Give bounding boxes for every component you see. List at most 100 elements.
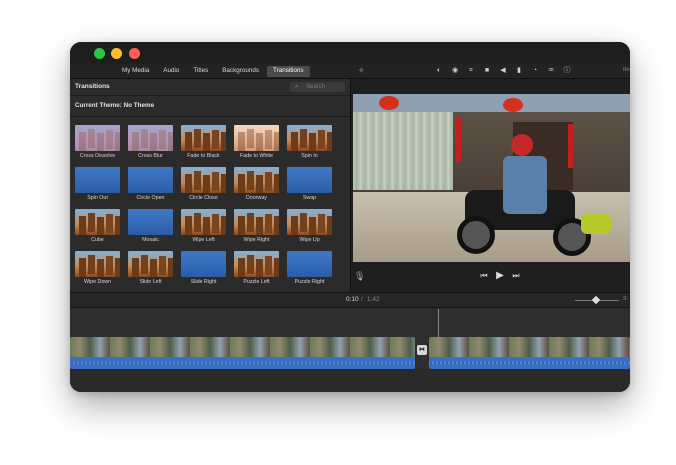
transition-tile[interactable]: Slide Right <box>181 251 226 293</box>
transition-label: Doorway <box>246 195 267 201</box>
transition-thumbnail <box>128 167 173 193</box>
transition-tile[interactable]: Wipe Right <box>234 209 279 251</box>
imovie-window: My Media Audio Titles Backgrounds Transi… <box>70 42 630 392</box>
transition-tile[interactable]: Cross Blur <box>128 125 173 167</box>
transition-thumbnail <box>181 251 226 277</box>
transition-thumbnail <box>287 167 332 193</box>
search-placeholder: Search <box>306 84 326 90</box>
magic-wand-icon[interactable]: ✧ <box>358 66 368 76</box>
transition-grid: Cross Dissolve Cross Blur Fade to Black Fad… <box>75 125 345 292</box>
transition-label: Swap <box>302 195 317 201</box>
transition-thumbnail <box>234 251 279 277</box>
red-banner <box>456 118 461 162</box>
color-balance-icon[interactable]: ◐ <box>434 66 444 76</box>
tab-audio[interactable]: Audio <box>157 66 185 77</box>
transition-label: Circle Close <box>189 195 218 201</box>
skip-back-icon[interactable]: ⏮ <box>479 271 489 281</box>
tab-transitions[interactable]: Transitions <box>266 66 310 77</box>
transition-thumbnail <box>234 125 279 151</box>
noise-reduction-icon[interactable]: ♒ <box>546 66 556 76</box>
video-clip-1[interactable] <box>70 337 415 369</box>
settings-button[interactable]: S <box>623 296 627 302</box>
microphone-icon[interactable]: 🎙 <box>354 271 365 282</box>
transition-label: Spin Out <box>87 195 108 201</box>
crop-icon[interactable]: ⌗ <box>466 66 476 76</box>
play-icon[interactable]: ▶ <box>495 271 505 281</box>
skip-forward-icon[interactable]: ⏭ <box>511 271 521 281</box>
clip-filmstrip <box>429 337 630 357</box>
transition-tile[interactable]: Circle Close <box>181 167 226 209</box>
playback-controls: 🎙 ⏮ ▶ ⏭ <box>351 265 630 292</box>
clip-waveform <box>70 361 415 365</box>
transition-thumbnail <box>234 167 279 193</box>
transition-thumbnail <box>287 125 332 151</box>
transition-tile[interactable]: Mosaic <box>128 209 173 251</box>
search-field[interactable]: ⌕ Search <box>290 82 345 92</box>
transition-label: Puzzle Right <box>294 279 325 285</box>
video-clip-2[interactable] <box>429 337 630 369</box>
video-preview[interactable] <box>353 94 630 262</box>
equalizer-icon[interactable]: ▮ <box>514 66 524 76</box>
lantern <box>503 98 523 112</box>
tab-my-media[interactable]: My Media <box>116 66 155 77</box>
transition-marker-icon[interactable]: ⧓ <box>417 345 427 355</box>
transition-tile[interactable]: Spin In <box>287 125 332 167</box>
transition-tile[interactable]: Fade to White <box>234 125 279 167</box>
volume-icon[interactable]: ◀ <box>498 66 508 76</box>
transition-tile[interactable]: Cube <box>75 209 120 251</box>
rider <box>503 156 547 214</box>
tab-titles[interactable]: Titles <box>187 66 214 77</box>
total-duration: 1:42 <box>367 296 380 303</box>
transition-label: Mosaic <box>142 237 159 243</box>
transition-thumbnail <box>75 251 120 277</box>
red-banner <box>568 124 573 168</box>
transition-thumbnail <box>128 251 173 277</box>
transition-tile[interactable]: Puzzle Left <box>234 251 279 293</box>
transition-tile[interactable]: Circle Open <box>128 167 173 209</box>
transitions-browser: Transitions ⌕ Search Current Theme: No T… <box>70 79 351 292</box>
transition-thumbnail <box>181 209 226 235</box>
info-icon[interactable]: ⓘ <box>562 66 572 76</box>
transition-tile[interactable]: Fade to Black <box>181 125 226 167</box>
timeline-empty-area <box>70 369 630 392</box>
transition-tile[interactable]: Wipe Down <box>75 251 120 293</box>
reset-button[interactable]: Re <box>623 67 630 73</box>
transition-label: Puzzle Left <box>243 279 270 285</box>
stabilization-icon[interactable]: ■ <box>482 66 492 76</box>
tab-backgrounds[interactable]: Backgrounds <box>216 66 265 77</box>
transition-label: Fade to Black <box>187 153 220 159</box>
transition-tile[interactable]: Wipe Up <box>287 209 332 251</box>
search-icon: ⌕ <box>295 83 299 90</box>
close-button[interactable] <box>129 48 140 59</box>
transition-label: Wipe Down <box>83 279 112 285</box>
transition-thumbnail <box>234 209 279 235</box>
transition-thumbnail <box>287 251 332 277</box>
clip-filmstrip <box>70 337 415 357</box>
viewer: 🎙 ⏮ ▶ ⏭ <box>351 79 630 292</box>
clip-waveform <box>429 361 630 365</box>
transition-label: Cross Dissolve <box>79 153 116 159</box>
minimize-button[interactable] <box>111 48 122 59</box>
transition-thumbnail <box>75 167 120 193</box>
transition-thumbnail <box>181 167 226 193</box>
transition-tile[interactable]: Cross Dissolve <box>75 125 120 167</box>
transition-tile[interactable]: Puzzle Right <box>287 251 332 293</box>
maximize-button[interactable] <box>94 48 105 59</box>
transition-tile[interactable]: Doorway <box>234 167 279 209</box>
browser-title: Transitions <box>75 83 110 90</box>
transition-label: Spin In <box>301 153 318 159</box>
transition-thumbnail <box>128 125 173 151</box>
speed-icon[interactable]: ◔ <box>530 66 540 76</box>
transition-thumbnail <box>75 209 120 235</box>
zoom-slider-knob[interactable] <box>591 295 601 305</box>
transition-tile[interactable]: Slide Left <box>128 251 173 293</box>
transition-label: Fade to White <box>240 153 273 159</box>
transition-label: Circle Open <box>136 195 165 201</box>
media-tabs: My Media Audio Titles Backgrounds Transi… <box>116 66 310 77</box>
color-correction-icon[interactable]: ◉ <box>450 66 460 76</box>
transition-tile[interactable]: Wipe Left <box>181 209 226 251</box>
current-theme-label: Current Theme: No Theme <box>75 102 155 109</box>
transition-tile[interactable]: Swap <box>287 167 332 209</box>
transition-tile[interactable]: Spin Out <box>75 167 120 209</box>
timecode-bar: 0:10 / 1:42 S <box>70 293 630 308</box>
